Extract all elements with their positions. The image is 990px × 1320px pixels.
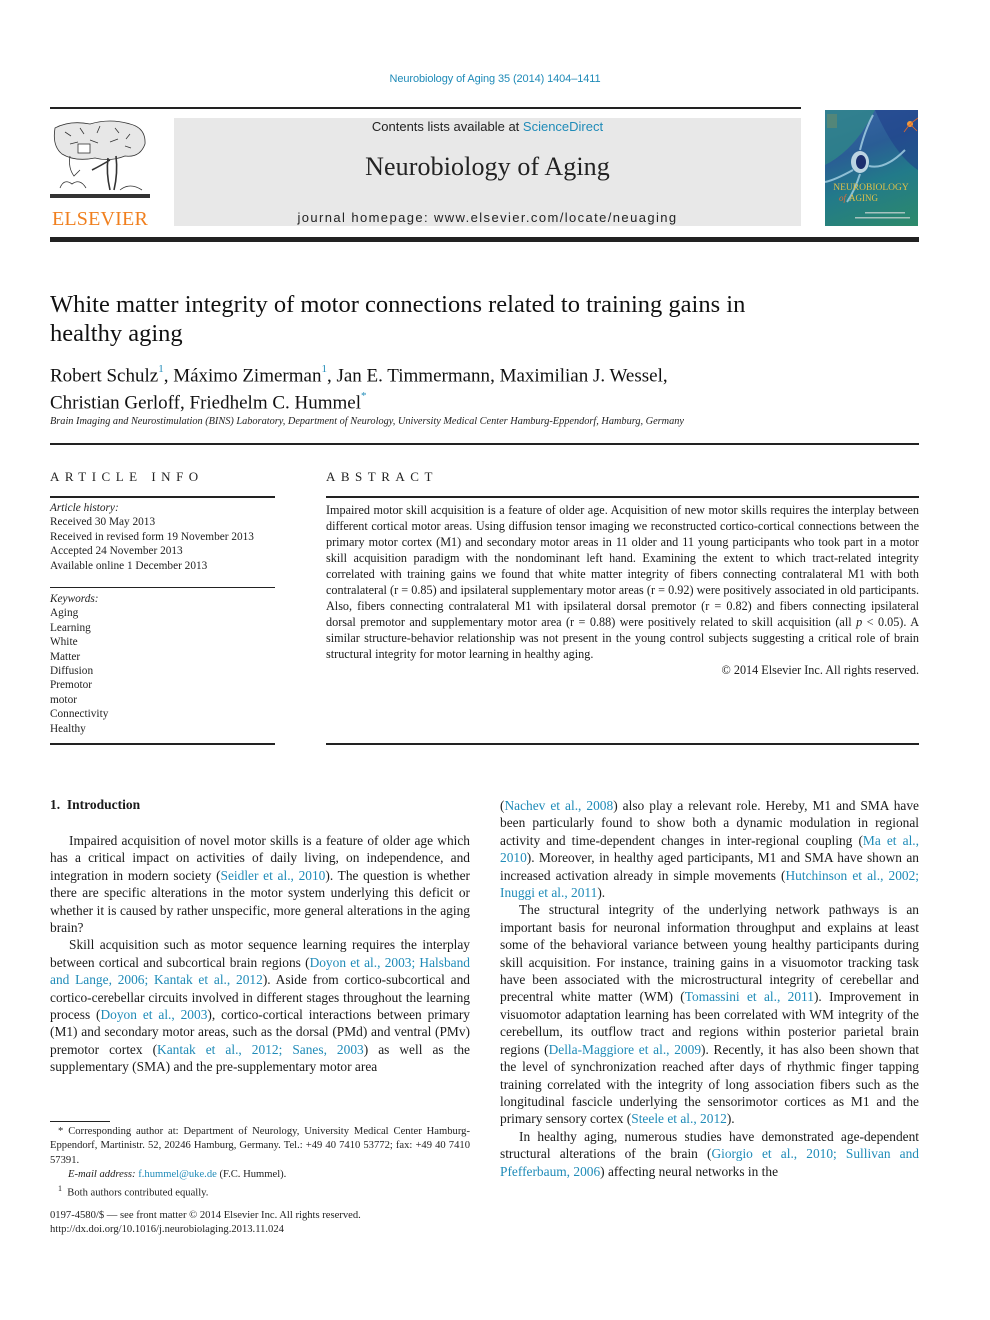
keyword: Learning <box>50 621 91 634</box>
doi-link[interactable]: http://dx.doi.org/10.1016/j.neurobiolagi… <box>50 1223 284 1237</box>
author-separator: , <box>163 365 174 387</box>
contents-availability: Contents lists available at ScienceDirec… <box>174 119 801 134</box>
history-revised: Received in revised form 19 November 201… <box>50 530 254 543</box>
article-info-rule-top <box>50 496 275 498</box>
corresponding-author-mark[interactable]: * <box>361 390 367 402</box>
tree-icon <box>50 120 150 198</box>
body-paragraph: Skill acquisition such as motor sequence… <box>50 936 470 1075</box>
equal-contribution-mark: 1 <box>58 1184 62 1194</box>
left-column: Impaired acquisition of novel motor skil… <box>50 832 470 1076</box>
citation-link[interactable]: Doyon et al., 2003 <box>101 1007 208 1022</box>
author-separator: , <box>662 365 668 387</box>
article-info-rule-mid <box>50 587 275 588</box>
cover-title-of: of <box>839 193 848 203</box>
keyword: Premotor <box>50 679 93 692</box>
keyword: Aging <box>50 607 79 620</box>
cover-title-line1: NEUROBIOLOGY <box>833 183 909 193</box>
title-bottom-rule <box>50 443 919 445</box>
citation-link[interactable]: Seidler et al., 2010 <box>221 868 326 883</box>
email-suffix: (F.C. Hummel). <box>216 1168 287 1180</box>
author-list: Robert Schulz1, Máximo Zimerman1, Jan E.… <box>50 360 810 415</box>
abstract-body: Impaired motor skill acquisition is a fe… <box>326 502 919 678</box>
article-info-rule-bottom <box>50 743 275 745</box>
author-footnote-mark[interactable]: 1 <box>158 363 164 375</box>
keyword: Healthy <box>50 722 86 735</box>
affiliation: Brain Imaging and Neurostimulation (BINS… <box>50 416 684 427</box>
email-footnote: E-mail address: f.hummel@uke.de (F.C. Hu… <box>50 1168 470 1182</box>
body-paragraph: Impaired acquisition of novel motor skil… <box>50 832 470 936</box>
equal-contribution-footnote: 1 Both authors contributed equally. <box>50 1182 470 1201</box>
cover-title-line2: AGING <box>849 193 878 203</box>
article-history-label: Article history: <box>50 502 119 514</box>
journal-citation[interactable]: Neurobiology of Aging 35 (2014) 1404–141… <box>0 73 990 85</box>
citation-link[interactable]: Nachev et al., 2008 <box>504 798 613 813</box>
author[interactable]: Jan E. Timmermann <box>336 365 490 386</box>
history-accepted: Accepted 24 November 2013 <box>50 545 183 558</box>
author-separator: , <box>490 365 500 387</box>
keyword: Diffusion <box>50 665 94 678</box>
front-matter: 0197-4580/$ — see front matter © 2014 El… <box>50 1210 361 1221</box>
email-link[interactable]: f.hummel@uke.de <box>138 1169 217 1180</box>
keyword: motor <box>50 693 77 706</box>
abstract-heading: ABSTRACT <box>326 469 438 484</box>
corresponding-author-footnote: * Corresponding author at: Department of… <box>50 1126 470 1166</box>
body-text: ). <box>597 885 606 901</box>
body-paragraph: In healthy aging, numerous studies have … <box>500 1128 919 1180</box>
keyword: Matter <box>50 650 81 663</box>
contents-prefix: Contents lists available at <box>371 119 523 134</box>
history-received: Received 30 May 2013 <box>50 516 156 529</box>
journal-cover-image[interactable]: NEUROBIOLOGY of AGING <box>825 110 918 226</box>
body-paragraph: (Nachev et al., 2008) also play a releva… <box>500 797 919 901</box>
right-column: (Nachev et al., 2008) also play a releva… <box>500 797 919 1180</box>
top-rule <box>50 107 801 109</box>
author-footnote-mark[interactable]: 1 <box>321 363 327 375</box>
article-title: White matter integrity of motor connecti… <box>50 291 746 347</box>
footnote-separator <box>50 1121 110 1122</box>
journal-name: Neurobiology of Aging <box>365 152 610 181</box>
article-info-heading: ARTICLE INFO <box>50 469 204 484</box>
history-online: Available online 1 December 2013 <box>50 559 208 572</box>
elsevier-wordmark: ELSEVIER <box>51 208 149 230</box>
body-text: ). <box>726 1111 735 1127</box>
citation-link[interactable]: Tomassini et al., 2011 <box>685 989 814 1004</box>
introduction-heading: 1. Introduction <box>50 797 141 812</box>
citation-link[interactable]: Della-Maggiore et al., 2009 <box>549 1042 701 1057</box>
equal-contribution-text: Both authors contributed equally. <box>67 1187 209 1199</box>
citation-link[interactable]: Kantak et al., 2012; Sanes, 2003 <box>157 1042 364 1057</box>
article-history: Article history: Received 30 May 2013 Re… <box>50 501 285 573</box>
body-paragraph: The structural integrity of the underlyi… <box>500 901 919 1127</box>
header-thick-rule <box>50 237 919 242</box>
footnotes: * Corresponding author at: Department of… <box>50 1125 470 1201</box>
journal-masthead: Contents lists available at ScienceDirec… <box>174 118 801 226</box>
keyword: Connectivity <box>50 708 109 721</box>
sciencedirect-link[interactable]: ScienceDirect <box>523 119 603 134</box>
email-label: E-mail address: <box>68 1168 139 1180</box>
abstract-rule-top <box>326 496 919 498</box>
keywords-label: Keywords: <box>50 593 99 605</box>
body-text: ) affecting neural networks in the <box>600 1163 779 1179</box>
citation-link[interactable]: Steele et al., 2012 <box>631 1111 727 1126</box>
journal-homepage[interactable]: journal homepage: www.elsevier.com/locat… <box>174 210 801 225</box>
author[interactable]: Friedhelm C. Hummel <box>190 393 362 414</box>
abstract-copyright: © 2014 Elsevier Inc. All rights reserved… <box>721 663 919 677</box>
abstract-rule-bottom <box>326 743 919 745</box>
keyword: White <box>50 636 78 649</box>
neuron-cover-art: NEUROBIOLOGY of AGING <box>825 110 918 219</box>
author[interactable]: Maximilian J. Wessel <box>500 365 663 386</box>
author[interactable]: Christian Gerloff <box>50 393 180 414</box>
author[interactable]: Máximo Zimerman <box>173 365 321 386</box>
abstract-text-part1: Impaired motor skill acquisition is a fe… <box>326 503 919 629</box>
author[interactable]: Robert Schulz <box>50 365 158 386</box>
keywords: Keywords: Aging Learning White Matter Di… <box>50 592 275 736</box>
author-separator: , <box>180 392 190 414</box>
